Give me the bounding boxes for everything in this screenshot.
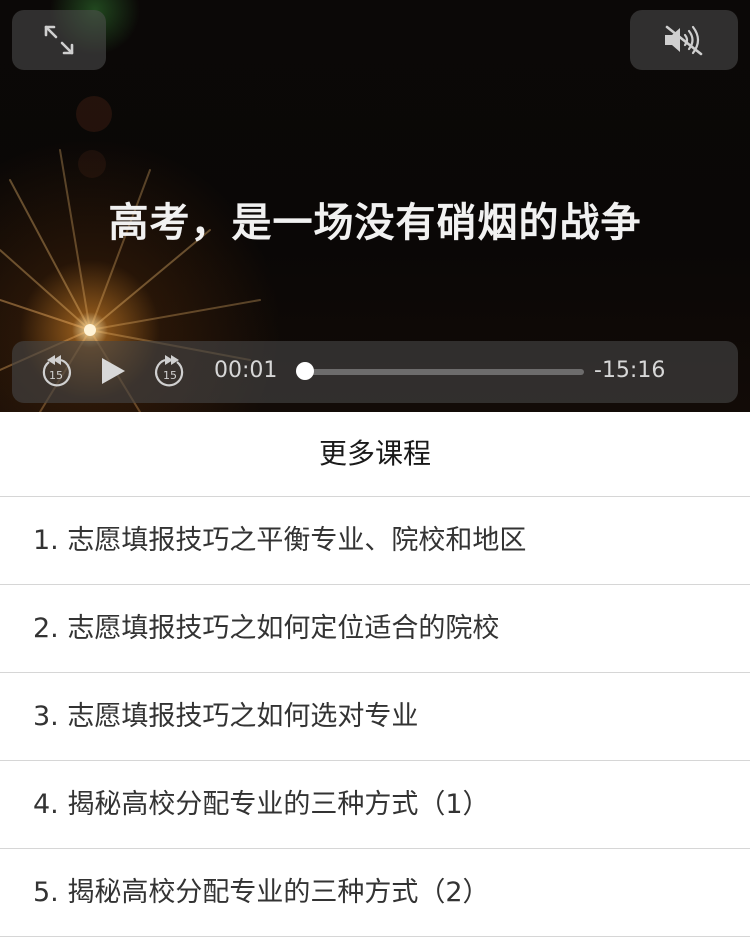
course-list: 更多课程 1. 志愿填报技巧之平衡专业、院校和地区 2. 志愿填报技巧之如何定位… bbox=[0, 412, 750, 937]
forward-15-label: 15 bbox=[163, 369, 177, 382]
play-button[interactable] bbox=[98, 353, 128, 393]
expand-arrows-icon bbox=[44, 25, 74, 55]
mute-button[interactable] bbox=[630, 10, 738, 70]
flare-ghost bbox=[78, 150, 106, 178]
course-item[interactable]: 5. 揭秘高校分配专业的三种方式（2） bbox=[0, 849, 750, 937]
forward-15-button[interactable]: 15 bbox=[152, 353, 186, 393]
course-item[interactable]: 4. 揭秘高校分配专业的三种方式（1） bbox=[0, 761, 750, 849]
progress-track[interactable] bbox=[298, 369, 584, 375]
rewind-15-label: 15 bbox=[49, 369, 63, 382]
list-title: 更多课程 bbox=[0, 412, 750, 497]
forward-15-icon: 15 bbox=[155, 355, 184, 387]
speaker-muted-icon bbox=[665, 25, 703, 56]
flare-ghost bbox=[76, 96, 112, 132]
course-item[interactable]: 1. 志愿填报技巧之平衡专业、院校和地区 bbox=[0, 497, 750, 585]
rewind-15-icon: 15 bbox=[42, 355, 71, 387]
current-time: 00:01 bbox=[214, 358, 278, 383]
fullscreen-button[interactable] bbox=[12, 10, 106, 70]
play-icon bbox=[102, 358, 125, 384]
progress-thumb[interactable] bbox=[295, 362, 314, 380]
video-player[interactable]: 高考，是一场没有硝烟的战争 15 15 00:01 -15:16 bbox=[0, 0, 750, 412]
remaining-time: -15:16 bbox=[594, 358, 666, 383]
rewind-15-button[interactable]: 15 bbox=[40, 353, 74, 393]
playback-controls: 15 15 00:01 -15:16 bbox=[12, 341, 738, 403]
video-subtitle: 高考，是一场没有硝烟的战争 bbox=[108, 200, 642, 246]
course-item[interactable]: 3. 志愿填报技巧之如何选对专业 bbox=[0, 673, 750, 761]
course-item[interactable]: 2. 志愿填报技巧之如何定位适合的院校 bbox=[0, 585, 750, 673]
